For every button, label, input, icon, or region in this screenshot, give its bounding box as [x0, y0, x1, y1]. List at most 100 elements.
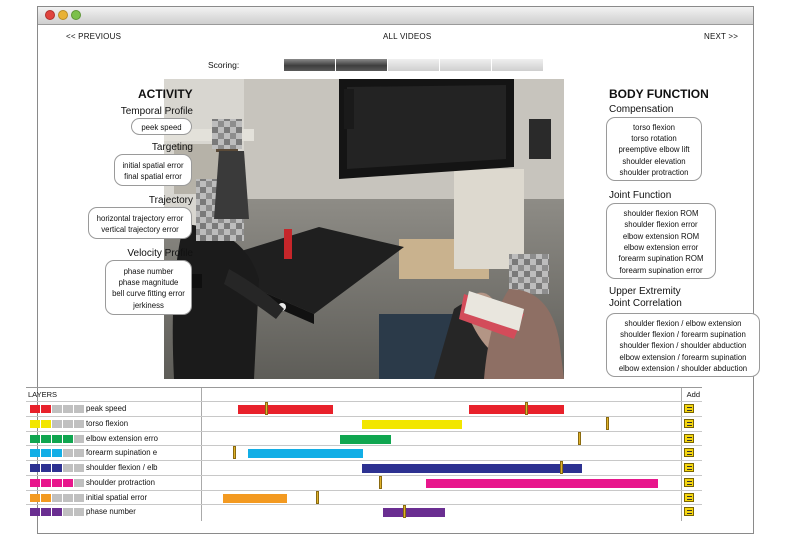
layer-swatch[interactable] — [74, 478, 84, 487]
next-link[interactable]: NEXT >> — [704, 32, 738, 41]
layer-swatch[interactable] — [63, 405, 73, 413]
layer-swatch[interactable] — [63, 478, 73, 487]
metric-item[interactable]: vertical trajectory error — [89, 224, 191, 235]
metric-item[interactable]: shoulder flexion error — [607, 219, 715, 230]
layer-swatch[interactable] — [41, 493, 51, 502]
body-function-metric-box[interactable]: torso flexion torso rotation preemptive el… — [606, 117, 702, 181]
layer-swatch[interactable] — [74, 405, 84, 413]
layer-row[interactable]: forearm supination e — [26, 445, 702, 460]
layer-swatch[interactable] — [41, 478, 51, 487]
layer-swatch[interactable] — [74, 419, 84, 428]
timeline-marker[interactable] — [578, 431, 582, 445]
add-layer-icon[interactable] — [684, 477, 694, 487]
timeline-segment[interactable] — [468, 405, 564, 414]
minimize-window-button[interactable] — [58, 10, 68, 20]
body-function-metric-box[interactable]: shoulder flexion / elbow extension should… — [606, 313, 760, 377]
metric-item[interactable]: shoulder flexion / forearm supination — [607, 329, 759, 340]
layer-swatch[interactable] — [63, 449, 73, 458]
layer-swatch[interactable] — [74, 464, 84, 472]
timeline-marker[interactable] — [315, 490, 319, 504]
add-layer-icon[interactable] — [684, 404, 694, 413]
layer-swatch[interactable] — [30, 478, 40, 487]
body-function-metric-box[interactable]: shoulder flexion ROM shoulder flexion err… — [606, 203, 716, 279]
layer-swatch[interactable] — [52, 419, 62, 428]
timeline-segment[interactable] — [382, 508, 446, 518]
layer-swatch[interactable] — [63, 434, 73, 443]
activity-metric-box[interactable]: phase number phase magnitude bell curve fi… — [105, 260, 192, 315]
timeline-segment[interactable] — [361, 464, 583, 473]
layer-swatch[interactable] — [52, 493, 62, 502]
metric-item[interactable]: shoulder flexion / shoulder abduction — [607, 340, 759, 351]
timeline-marker[interactable] — [232, 446, 236, 460]
metric-item[interactable]: shoulder elevation — [607, 156, 701, 167]
timeline-segment[interactable] — [237, 405, 333, 414]
layer-swatch[interactable] — [63, 508, 73, 517]
metric-item[interactable]: horizontal trajectory error — [89, 213, 191, 224]
layer-swatch[interactable] — [30, 493, 40, 502]
close-window-button[interactable] — [45, 10, 55, 20]
metric-item[interactable]: peek speed — [132, 122, 191, 133]
layer-swatch[interactable] — [41, 419, 51, 428]
timeline-marker[interactable] — [264, 402, 268, 415]
timeline-segment[interactable] — [426, 478, 658, 488]
layer-swatch[interactable] — [52, 434, 62, 443]
scoring-segment[interactable] — [440, 59, 491, 71]
metric-item[interactable]: forearm supination error — [607, 265, 715, 276]
layer-swatch[interactable] — [52, 478, 62, 487]
layer-swatch[interactable] — [41, 449, 51, 458]
timeline-marker[interactable] — [379, 475, 383, 489]
metric-item[interactable]: elbow extension ROM — [607, 231, 715, 242]
metric-item[interactable]: initial spatial error — [115, 160, 191, 171]
layer-row[interactable]: torso flexion — [26, 415, 702, 431]
layer-swatch[interactable] — [52, 508, 62, 517]
metric-item[interactable]: final spatial error — [115, 171, 191, 182]
scoring-segment[interactable] — [284, 59, 335, 71]
metric-item[interactable]: phase number — [106, 266, 191, 277]
metric-item[interactable]: torso flexion — [607, 122, 701, 133]
timeline-segment[interactable] — [222, 493, 287, 503]
layer-swatch[interactable] — [30, 449, 40, 458]
activity-metric-box[interactable]: horizontal trajectory error vertical traj… — [88, 207, 192, 239]
layer-row[interactable]: shoulder flexion / elb — [26, 460, 702, 475]
layer-row[interactable]: phase number — [26, 504, 702, 519]
add-layer-icon[interactable] — [684, 507, 694, 517]
metric-item[interactable]: shoulder protraction — [607, 167, 701, 178]
layer-row[interactable]: elbow extension erro — [26, 430, 702, 446]
metric-item[interactable]: preemptive elbow lift — [607, 144, 701, 155]
layer-swatch[interactable] — [74, 493, 84, 502]
layer-swatch[interactable] — [30, 405, 40, 413]
scoring-segment[interactable] — [388, 59, 439, 71]
activity-metric-box[interactable]: peek speed — [131, 118, 192, 135]
video-player[interactable] — [164, 79, 564, 379]
layer-swatch[interactable] — [41, 434, 51, 443]
metric-item[interactable]: bell curve fitting error — [106, 288, 191, 299]
metric-item[interactable]: elbow extension error — [607, 242, 715, 253]
metric-item[interactable]: shoulder flexion / elbow extension — [607, 318, 759, 329]
layer-swatch[interactable] — [74, 508, 84, 517]
metric-item[interactable]: phase magnitude — [106, 277, 191, 288]
layer-swatch[interactable] — [52, 464, 62, 472]
zoom-window-button[interactable] — [71, 10, 81, 20]
layer-row[interactable]: peak speed — [26, 401, 702, 416]
metric-item[interactable]: shoulder flexion ROM — [607, 208, 715, 219]
add-layer-icon[interactable] — [684, 418, 694, 428]
add-layer-icon[interactable] — [684, 463, 694, 472]
metric-item[interactable]: elbow extension / shoulder abduction — [607, 363, 759, 374]
add-layer-icon[interactable] — [684, 492, 694, 502]
timeline-marker[interactable] — [402, 505, 406, 519]
layer-swatch[interactable] — [63, 493, 73, 502]
timeline-marker[interactable] — [605, 416, 609, 430]
timeline-marker[interactable] — [560, 461, 563, 474]
layer-swatch[interactable] — [30, 434, 40, 443]
layer-swatch[interactable] — [63, 464, 73, 472]
scoring-segment[interactable] — [492, 59, 543, 71]
layer-swatch[interactable] — [41, 508, 51, 517]
layer-swatch[interactable] — [30, 464, 40, 472]
timeline-segment[interactable] — [247, 449, 363, 459]
timeline-marker[interactable] — [524, 402, 528, 415]
metric-item[interactable]: torso rotation — [607, 133, 701, 144]
layer-swatch[interactable] — [52, 449, 62, 458]
timeline-segment[interactable] — [361, 419, 463, 429]
activity-metric-box[interactable]: initial spatial error final spatial error — [114, 154, 192, 186]
add-layer-icon[interactable] — [684, 448, 694, 458]
